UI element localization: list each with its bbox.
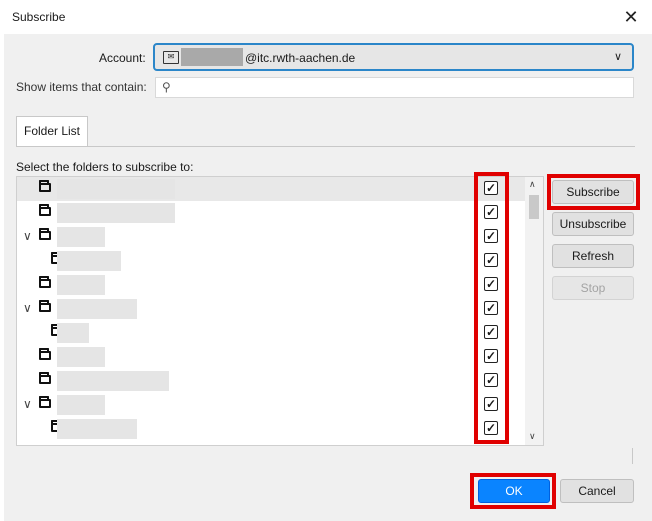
unsubscribe-button[interactable]: Unsubscribe — [552, 212, 634, 236]
folder-icon — [39, 180, 51, 192]
folder-row[interactable]: ✓ — [17, 201, 525, 225]
search-input[interactable]: ⚲ — [155, 77, 634, 98]
folder-name-redacted — [57, 371, 169, 391]
subscribe-checkbox[interactable]: ✓ — [484, 229, 498, 243]
folder-icon — [39, 204, 51, 216]
subscribe-checkbox[interactable]: ✓ — [484, 325, 498, 339]
folder-name-redacted — [57, 203, 175, 223]
folder-row[interactable]: ∨ ✓ — [17, 225, 525, 249]
folder-name-redacted — [57, 347, 105, 367]
folder-icon — [39, 396, 51, 408]
folder-row[interactable]: ✓ — [17, 345, 525, 369]
subscribe-checkbox[interactable]: ✓ — [484, 373, 498, 387]
chevron-down-icon: ∨ — [613, 51, 622, 63]
folder-icon — [39, 300, 51, 312]
folder-icon — [39, 276, 51, 288]
subscribe-checkbox[interactable]: ✓ — [484, 349, 498, 363]
mail-account-icon: ✉ — [163, 51, 179, 64]
scrollbar-thumb[interactable] — [529, 195, 539, 219]
subscribe-checkbox[interactable]: ✓ — [484, 421, 498, 435]
tab-divider — [16, 146, 635, 147]
ok-button[interactable]: OK — [478, 479, 550, 503]
account-username-redacted — [181, 48, 243, 66]
title-bar: Subscribe ✕ — [0, 0, 652, 34]
search-label: Show items that contain: — [16, 80, 147, 94]
tab-folder-list[interactable]: Folder List — [16, 116, 88, 146]
folder-row[interactable]: ∨ ✓ — [17, 393, 525, 417]
folder-list[interactable]: ✓ ✓ ∨ ✓ ✓ ✓ ∨ ✓ ✓ ✓ ✓ ∨ ✓ ✓ ∧ ∨ — [16, 176, 544, 446]
account-label: Account: — [99, 51, 146, 65]
expand-twisty-icon[interactable]: ∨ — [23, 301, 33, 315]
subscribe-checkbox[interactable]: ✓ — [484, 397, 498, 411]
subscribe-button[interactable]: Subscribe — [552, 180, 634, 204]
resize-grip — [632, 448, 633, 464]
folder-icon — [39, 372, 51, 384]
folder-name-redacted — [57, 251, 121, 271]
background-window-edge — [0, 34, 4, 521]
folder-name-redacted — [57, 299, 137, 319]
folder-name-redacted — [57, 227, 105, 247]
folder-row[interactable]: ✓ — [17, 321, 525, 345]
folder-row[interactable]: ✓ — [17, 273, 525, 297]
expand-twisty-icon[interactable]: ∨ — [23, 397, 33, 411]
expand-twisty-icon[interactable]: ∨ — [23, 229, 33, 243]
list-header: Select the folders to subscribe to: — [16, 160, 194, 174]
folder-name-redacted — [57, 323, 89, 343]
subscribe-checkbox[interactable]: ✓ — [484, 253, 498, 267]
subscribe-checkbox[interactable]: ✓ — [484, 181, 498, 195]
folder-name-redacted — [57, 179, 175, 199]
cancel-button[interactable]: Cancel — [560, 479, 634, 503]
account-dropdown[interactable]: ✉ @itc.rwth-aachen.de ∨ — [153, 43, 634, 71]
refresh-button[interactable]: Refresh — [552, 244, 634, 268]
folder-name-redacted — [57, 395, 105, 415]
folder-name-redacted — [57, 419, 137, 439]
scroll-down-icon[interactable]: ∨ — [529, 431, 536, 442]
folder-row[interactable]: ✓ — [17, 177, 525, 201]
subscribe-checkbox[interactable]: ✓ — [484, 277, 498, 291]
subscribe-checkbox[interactable]: ✓ — [484, 205, 498, 219]
folder-name-redacted — [57, 275, 105, 295]
close-icon[interactable]: ✕ — [618, 4, 644, 30]
scroll-up-icon[interactable]: ∧ — [529, 179, 536, 190]
folder-row[interactable]: ∨ ✓ — [17, 297, 525, 321]
search-icon: ⚲ — [162, 80, 171, 94]
account-email: @itc.rwth-aachen.de — [245, 51, 356, 65]
vertical-scrollbar[interactable]: ∧ ∨ — [525, 177, 543, 445]
folder-icon — [39, 228, 51, 240]
folder-row[interactable]: ✓ — [17, 417, 525, 441]
dialog-title: Subscribe — [12, 10, 66, 24]
folder-icon — [39, 348, 51, 360]
folder-row[interactable]: ✓ — [17, 369, 525, 393]
stop-button[interactable]: Stop — [552, 276, 634, 300]
subscribe-checkbox[interactable]: ✓ — [484, 301, 498, 315]
folder-row[interactable]: ✓ — [17, 249, 525, 273]
